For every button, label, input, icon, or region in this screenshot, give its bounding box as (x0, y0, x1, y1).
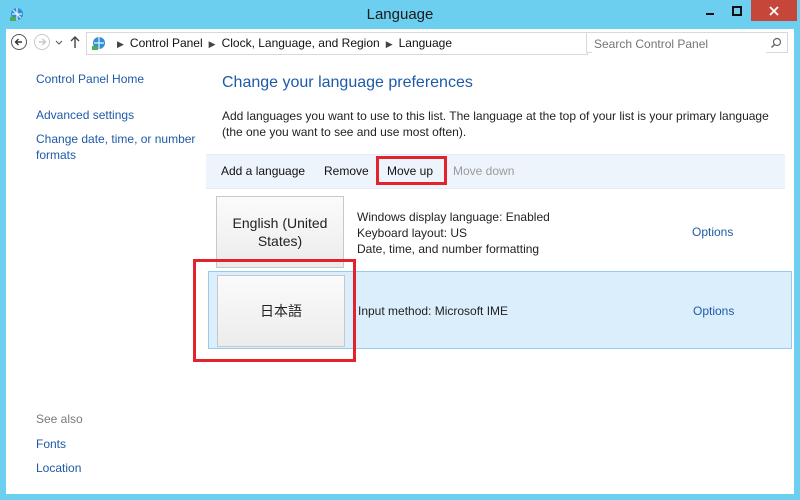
input-method: Input method: Microsoft IME (358, 304, 509, 318)
control-panel-home-link[interactable]: Control Panel Home (36, 71, 144, 87)
date-time-formatting: Date, time, and number formatting (357, 242, 540, 256)
breadcrumb: ▶ Control Panel ▶ Clock, Language, and Regi… (111, 36, 452, 50)
forward-button[interactable] (33, 33, 51, 51)
close-icon (769, 5, 779, 16)
remove-button[interactable]: Remove (324, 164, 369, 178)
options-link-english[interactable]: Options (692, 225, 733, 239)
close-button[interactable] (751, 0, 797, 21)
control-panel-icon (90, 34, 108, 52)
language-toolbar: Add a language Remove Move up Move down (206, 154, 785, 189)
client-area: ▶ Control Panel ▶ Clock, Language, and Regi… (6, 29, 794, 494)
chevron-right-icon[interactable]: ▶ (209, 39, 216, 50)
back-button[interactable] (10, 33, 28, 51)
advanced-settings-link[interactable]: Advanced settings (36, 107, 134, 123)
location-link[interactable]: Location (36, 460, 81, 476)
navigation-bar: ▶ Control Panel ▶ Clock, Language, and Regi… (6, 29, 794, 57)
page-description: Add languages you want to use to this li… (222, 109, 769, 139)
keyboard-layout: Keyboard layout: US (357, 226, 468, 240)
title-bar[interactable]: Language (0, 0, 800, 29)
add-language-button[interactable]: Add a language (221, 164, 305, 178)
left-pane: Control Panel Home Advanced settings Cha… (6, 57, 206, 494)
address-bar[interactable]: ▶ Control Panel ▶ Clock, Language, and Regi… (86, 32, 661, 55)
window-title: Language (366, 6, 434, 23)
move-up-button[interactable]: Move up (387, 164, 433, 178)
change-date-time-formats-link[interactable]: Change date, time, or number formats (36, 131, 206, 163)
language-window: Language ▶ Control Panel ▶ Clock, Langua… (0, 0, 800, 500)
fonts-link[interactable]: Fonts (36, 436, 66, 452)
search-input[interactable] (592, 35, 766, 53)
see-also-label: See also (36, 412, 83, 426)
language-tile-japanese[interactable]: 日本語 (217, 275, 345, 347)
forward-arrow-icon (34, 34, 50, 50)
chevron-down-icon (55, 40, 63, 45)
language-item-english[interactable]: English (United States) Windows display … (208, 189, 792, 271)
chevron-right-icon[interactable]: ▶ (386, 39, 393, 50)
up-arrow-icon (70, 36, 80, 48)
breadcrumb-clock-language-region[interactable]: Clock, Language, and Region (222, 36, 380, 50)
language-details-english: Windows display language: Enabled Keyboa… (357, 209, 550, 257)
language-item-japanese[interactable]: 日本語 Input method: Microsoft IME Options (208, 271, 792, 349)
search-icon[interactable] (770, 37, 782, 49)
display-language-status: Windows display language: Enabled (357, 210, 550, 224)
minimize-icon (706, 12, 714, 15)
minimize-button[interactable] (697, 0, 723, 21)
recent-pages-button[interactable] (54, 33, 64, 51)
search-box[interactable] (586, 32, 788, 53)
move-down-button[interactable]: Move down (453, 164, 514, 178)
back-arrow-icon (11, 34, 27, 50)
page-title: Change your language preferences (222, 74, 473, 91)
maximize-button[interactable] (724, 0, 750, 21)
up-button[interactable] (68, 33, 82, 51)
breadcrumb-control-panel[interactable]: Control Panel (130, 36, 203, 50)
language-tile-english[interactable]: English (United States) (216, 196, 344, 268)
chevron-right-icon[interactable]: ▶ (117, 39, 124, 50)
breadcrumb-language[interactable]: Language (399, 36, 452, 50)
language-details-japanese: Input method: Microsoft IME (358, 303, 508, 319)
options-link-japanese[interactable]: Options (693, 304, 734, 318)
maximize-icon (732, 5, 742, 16)
